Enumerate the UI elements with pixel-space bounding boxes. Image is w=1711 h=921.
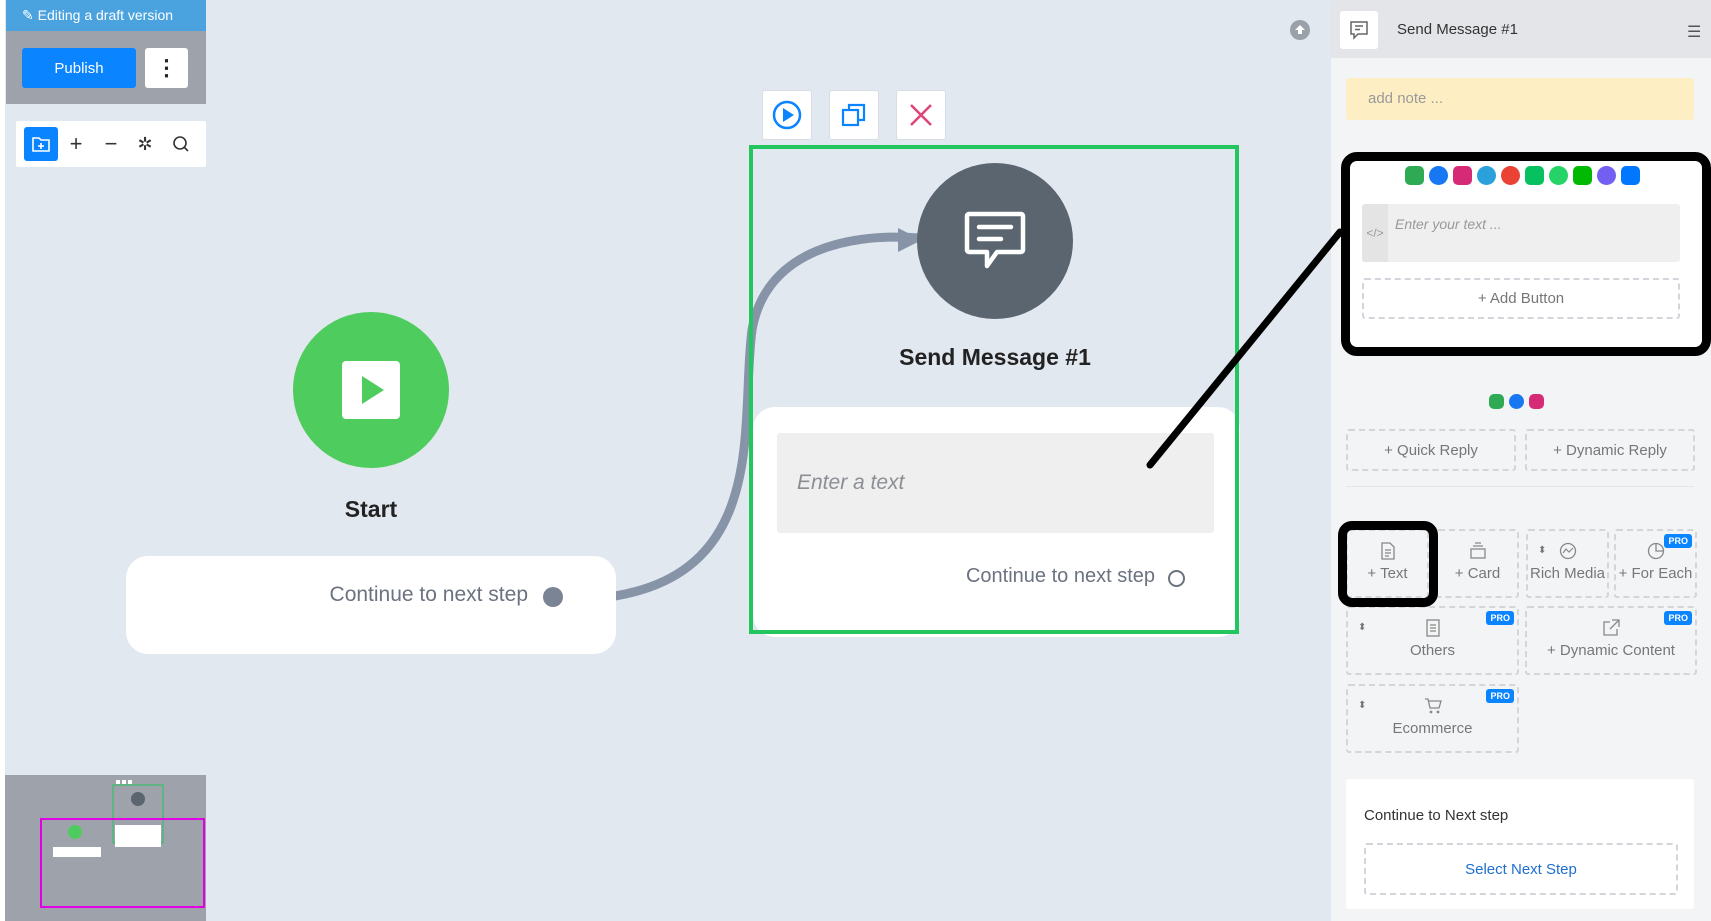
minimap-viewport[interactable] [40,818,205,908]
channel-text-input[interactable] [1362,204,1680,262]
quick-reply-button[interactable]: + Quick Reply [1346,429,1516,471]
tile-rich-media[interactable]: ⬍ Rich Media [1526,529,1609,598]
start-continue-label: Continue to next step [329,583,528,606]
draft-banner: ✎ Editing a draft version [6,0,206,31]
messenger-icon [1429,166,1448,185]
play-icon[interactable] [762,90,812,140]
edit-icon: ✎ [22,7,38,23]
google-icon [1501,166,1520,185]
start-node-icon[interactable] [293,312,449,468]
search-icon[interactable] [164,127,198,161]
add-folder-icon[interactable] [24,127,58,161]
pro-badge: PRO [1664,611,1692,625]
channel-text-placeholder: Enter your text ... [1395,216,1502,232]
instagram-icon [1453,166,1472,185]
pro-badge: PRO [1486,689,1514,703]
sort-icon: ⬍ [1358,700,1367,711]
instagram-icon [1529,394,1544,409]
messenger-icon [1509,394,1524,409]
tile-for-each[interactable]: PRO + For Each [1614,529,1697,598]
panel-divider [1346,486,1694,487]
pro-badge: PRO [1486,611,1514,625]
quick-reply-channels [1489,394,1544,409]
message-text-input[interactable]: Enter a text [777,433,1214,533]
wechat-icon [1489,394,1504,409]
pie-chart-icon [1646,541,1666,561]
whatsapp-icon [1549,166,1568,185]
duplicate-icon[interactable] [829,90,879,140]
more-vertical-icon[interactable]: ⋮ [145,48,188,88]
line-icon [1573,166,1592,185]
tile-card[interactable]: + Card [1436,529,1519,598]
select-next-step-button[interactable]: Select Next Step [1364,843,1678,895]
upload-icon[interactable] [1290,20,1310,40]
publish-button[interactable]: Publish [22,48,136,88]
message-output-handle[interactable] [1168,570,1185,587]
add-button[interactable]: + Add Button [1362,278,1680,319]
menu-icon[interactable]: ☰ [1687,22,1701,42]
tile-others[interactable]: ⬍ PRO Others [1346,606,1519,675]
viber-icon [1597,166,1616,185]
sort-icon: ⬍ [1358,622,1367,633]
message-node-title: Send Message #1 [899,344,1091,370]
start-output-handle[interactable] [543,587,563,607]
magic-wand-icon[interactable]: ✲ [128,127,162,161]
tile-dynamic-content[interactable]: PRO + Dynamic Content [1525,606,1697,675]
dynamic-reply-button[interactable]: + Dynamic Reply [1525,429,1695,471]
panel-title: Send Message #1 [1397,21,1518,38]
next-step-title: Continue to Next step [1364,807,1509,824]
tile-ecommerce[interactable]: ⬍ PRO Ecommerce [1346,684,1519,753]
pro-badge: PRO [1664,534,1692,548]
message-continue-label: Continue to next step [965,565,1155,587]
panel-header [1331,0,1711,58]
external-link-icon [1601,618,1621,638]
zoom-out-icon[interactable]: − [94,127,128,161]
start-node-title: Start [344,496,398,522]
message-icon [1340,11,1378,49]
code-icon[interactable]: </> [1362,204,1388,262]
app-frame: ✎ Editing a draft version Publish ⋮ + − … [0,0,1711,921]
card-icon [1468,541,1488,561]
media-icon [1558,541,1578,561]
wechat-work-icon [1525,166,1544,185]
telegram-icon [1477,166,1496,185]
delete-icon[interactable] [896,90,946,140]
channel-icons [1405,166,1640,185]
vk-icon [1621,166,1640,185]
note-input[interactable]: add note ... [1346,78,1694,120]
list-icon [1423,618,1443,638]
message-node-icon[interactable] [917,163,1073,319]
wechat-icon [1405,166,1424,185]
canvas-toolbar: + − ✲ [16,121,206,167]
cart-icon [1423,696,1443,716]
text-tile-highlight [1338,521,1438,607]
zoom-in-icon[interactable]: + [59,127,93,161]
sort-icon: ⬍ [1538,545,1547,556]
